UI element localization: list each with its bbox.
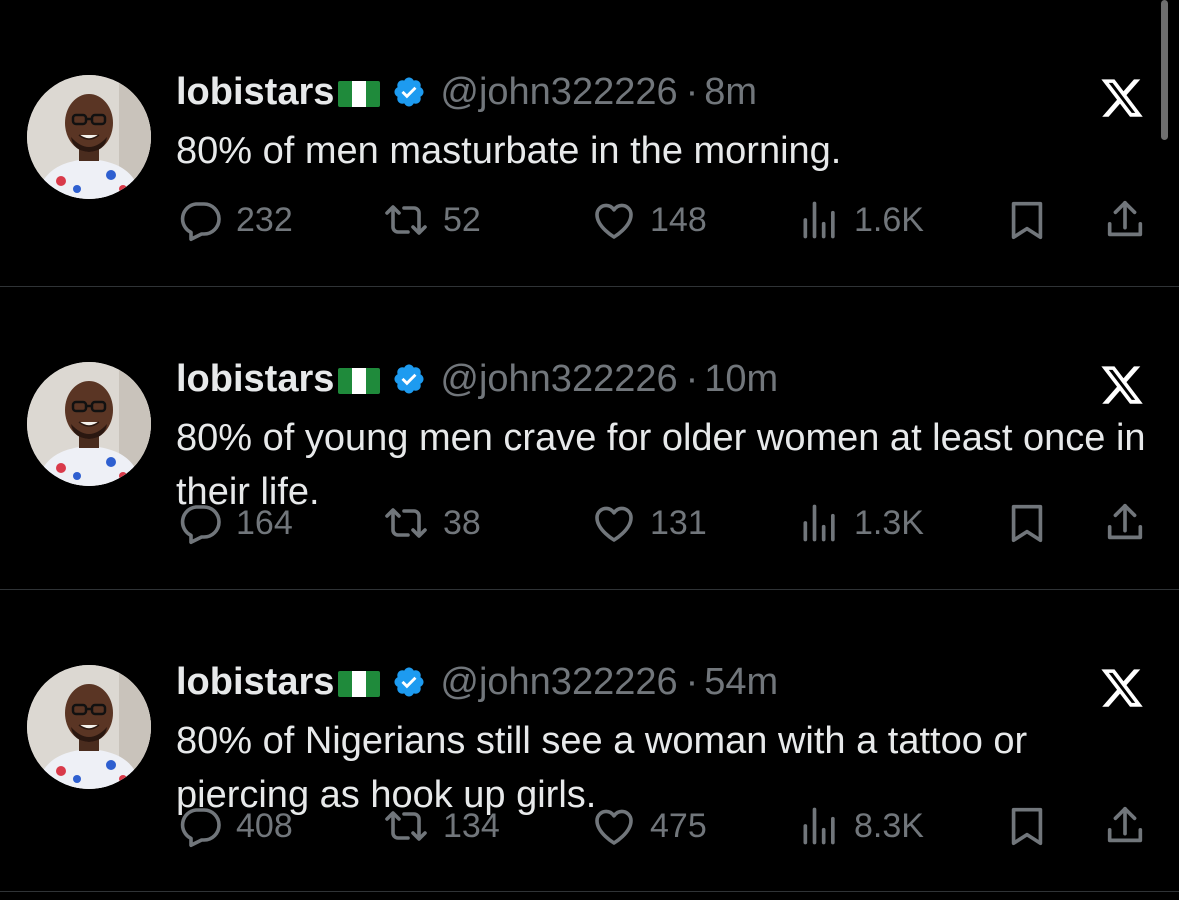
nigeria-flag-icon — [338, 81, 381, 107]
bookmark-icon — [1011, 504, 1043, 543]
display-name[interactable]: lobistars — [176, 661, 334, 704]
display-name[interactable]: lobistars — [176, 71, 334, 114]
share-icon — [1107, 503, 1143, 540]
tweet-feed: lobistars @john322226 · 8m 80% of men ma… — [0, 0, 1179, 900]
views-chart-icon — [803, 807, 835, 845]
separator-dot: · — [685, 357, 699, 400]
like-button[interactable]: 148 — [590, 194, 707, 246]
bookmark-button[interactable] — [1004, 800, 1050, 852]
tweet-divider — [0, 286, 1179, 287]
bookmark-button[interactable] — [1004, 497, 1050, 549]
views-button[interactable]: 1.3K — [798, 497, 924, 549]
verified-badge-icon — [394, 667, 424, 697]
tweet-divider — [0, 891, 1179, 892]
tweet[interactable]: lobistars @john322226 · 8m 80% of men ma… — [0, 0, 1179, 300]
verified-badge-icon — [394, 364, 424, 394]
views-button[interactable]: 8.3K — [798, 800, 924, 852]
x-logo-icon — [1101, 79, 1143, 117]
tweet-header: lobistars @john322226 · 10m — [176, 354, 778, 404]
retweet-button[interactable]: 52 — [381, 194, 481, 246]
x-logo-icon — [1101, 366, 1143, 404]
views-count: 1.3K — [854, 503, 924, 542]
verified-badge-icon — [394, 77, 424, 107]
reply-count: 164 — [236, 503, 293, 542]
share-icon — [1107, 806, 1143, 843]
avatar[interactable] — [27, 665, 151, 789]
reply-button[interactable]: 164 — [176, 497, 293, 549]
tweet[interactable]: lobistars @john322226 · 54m 80% of Niger… — [0, 590, 1179, 890]
tweet[interactable]: lobistars @john322226 · 10m 80% of young… — [0, 287, 1179, 587]
separator-dot: · — [685, 70, 699, 113]
views-count: 1.6K — [854, 200, 924, 239]
timestamp[interactable]: 54m — [704, 661, 778, 704]
share-icon — [1107, 200, 1143, 237]
nigeria-flag-icon — [338, 368, 381, 394]
like-button[interactable]: 475 — [590, 800, 707, 852]
retweet-icon — [385, 811, 427, 841]
views-count: 8.3K — [854, 806, 924, 845]
separator-dot: · — [685, 660, 699, 703]
views-button[interactable]: 1.6K — [798, 194, 924, 246]
user-handle[interactable]: @john322226 — [440, 661, 677, 704]
timestamp[interactable]: 8m — [704, 71, 757, 114]
nigeria-flag-icon — [338, 671, 381, 697]
tweet-divider — [0, 589, 1179, 590]
share-button[interactable] — [1102, 800, 1148, 852]
heart-icon — [595, 506, 633, 542]
share-button[interactable] — [1102, 194, 1148, 246]
bookmark-button[interactable] — [1004, 194, 1050, 246]
reply-button[interactable]: 232 — [176, 194, 293, 246]
like-count: 475 — [650, 806, 707, 845]
reply-count: 232 — [236, 200, 293, 239]
heart-icon — [595, 203, 633, 239]
tweet-text: 80% of men masturbate in the morning. — [176, 130, 842, 172]
retweet-icon — [385, 508, 427, 538]
retweet-count: 38 — [443, 503, 481, 542]
reply-icon — [180, 505, 221, 544]
bookmark-icon — [1011, 807, 1043, 846]
heart-icon — [595, 809, 633, 845]
retweet-count: 134 — [443, 806, 500, 845]
user-handle[interactable]: @john322226 — [440, 358, 677, 401]
user-handle[interactable]: @john322226 — [440, 71, 677, 114]
display-name[interactable]: lobistars — [176, 358, 334, 401]
reply-button[interactable]: 408 — [176, 800, 293, 852]
tweet-actions: 164 38 131 1.3K — [176, 497, 1156, 549]
x-logo-icon — [1101, 669, 1143, 707]
reply-icon — [180, 202, 221, 241]
retweet-icon — [385, 205, 427, 235]
retweet-button[interactable]: 38 — [381, 497, 481, 549]
scrollbar[interactable] — [1161, 0, 1168, 140]
reply-count: 408 — [236, 806, 293, 845]
tweet-header: lobistars @john322226 · 8m — [176, 67, 757, 117]
reply-icon — [180, 808, 221, 847]
like-button[interactable]: 131 — [590, 497, 707, 549]
views-chart-icon — [803, 201, 835, 239]
tweet-actions: 232 52 148 1.6K — [176, 194, 1156, 246]
like-count: 148 — [650, 200, 707, 239]
bookmark-icon — [1011, 201, 1043, 240]
avatar[interactable] — [27, 362, 151, 486]
retweet-button[interactable]: 134 — [381, 800, 500, 852]
views-chart-icon — [803, 504, 835, 542]
tweet-actions: 408 134 475 8.3K — [176, 800, 1156, 852]
share-button[interactable] — [1102, 497, 1148, 549]
retweet-count: 52 — [443, 200, 481, 239]
avatar[interactable] — [27, 75, 151, 199]
like-count: 131 — [650, 503, 707, 542]
timestamp[interactable]: 10m — [704, 358, 778, 401]
tweet-header: lobistars @john322226 · 54m — [176, 657, 778, 707]
